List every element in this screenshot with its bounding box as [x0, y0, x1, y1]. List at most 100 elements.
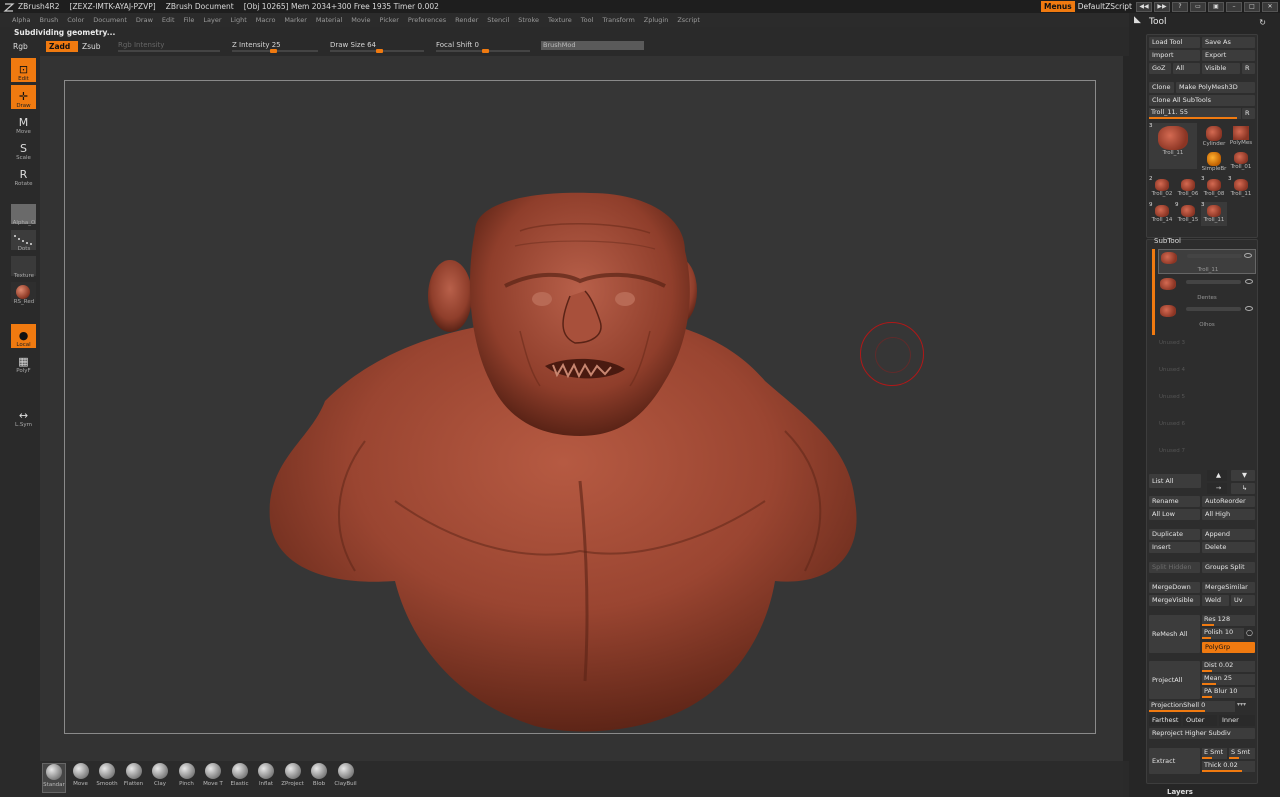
- groups-split-button[interactable]: Groups Split: [1202, 562, 1255, 573]
- polyf-button[interactable]: ▦ PolyF: [11, 350, 36, 375]
- menu-marker[interactable]: Marker: [284, 16, 306, 24]
- import-button[interactable]: Import: [1149, 50, 1200, 61]
- help-icon[interactable]: ?: [1172, 1, 1188, 12]
- layers-section-title[interactable]: Layers: [1167, 788, 1193, 796]
- menu-tool[interactable]: Tool: [581, 16, 594, 24]
- export-button[interactable]: Export: [1202, 50, 1255, 61]
- tool-thumb-troll-11[interactable]: Troll_11 3: [1228, 176, 1254, 200]
- brush-flatten[interactable]: Flatten: [122, 763, 146, 793]
- menu-brush[interactable]: Brush: [39, 16, 58, 24]
- lock-icon[interactable]: ▣: [1208, 1, 1224, 12]
- menu-zscript[interactable]: Zscript: [677, 16, 700, 24]
- projection-shell-slider[interactable]: ProjectionShell 0: [1149, 701, 1235, 712]
- thick-slider[interactable]: Thick 0.02: [1202, 761, 1255, 772]
- move-button[interactable]: M Move: [11, 111, 36, 136]
- mergesimilar-button[interactable]: MergeSimilar: [1202, 582, 1255, 593]
- refresh-icon[interactable]: ↻: [1259, 18, 1266, 27]
- outer-button[interactable]: Outer: [1183, 715, 1217, 726]
- draw-size-slider[interactable]: Draw Size 64: [330, 40, 424, 53]
- clone-button[interactable]: Clone: [1149, 82, 1174, 93]
- clone-all-subtools-button[interactable]: Clone All SubTools: [1149, 95, 1255, 106]
- all-high-button[interactable]: All High: [1202, 509, 1255, 520]
- tool-thumb-troll-11[interactable]: Troll_11 3: [1201, 202, 1227, 226]
- menu-render[interactable]: Render: [455, 16, 478, 24]
- polish-slider[interactable]: Polish 10: [1202, 628, 1244, 639]
- visibility-eye-icon[interactable]: [1245, 279, 1253, 284]
- weld-button[interactable]: Weld: [1202, 595, 1229, 606]
- brush-inflat[interactable]: Inflat: [254, 763, 278, 793]
- save-as-button[interactable]: Save As: [1202, 37, 1255, 48]
- tool-thumb-simplebr[interactable]: SimpleBr: [1201, 149, 1227, 173]
- mergedown-button[interactable]: MergeDown: [1149, 582, 1200, 593]
- tool-thumb-troll-15[interactable]: Troll_15 9: [1175, 202, 1201, 226]
- menu-file[interactable]: File: [184, 16, 195, 24]
- scroll-right-icon[interactable]: ▶▶: [1154, 1, 1170, 12]
- delete-button[interactable]: Delete: [1202, 542, 1255, 553]
- menu-material[interactable]: Material: [316, 16, 342, 24]
- draw-button[interactable]: ✛ Draw: [11, 85, 36, 109]
- rgb-button[interactable]: Rgb: [13, 42, 28, 51]
- uv-button[interactable]: Uv: [1231, 595, 1255, 606]
- canvas-area[interactable]: [40, 56, 1123, 761]
- subtool-options-bar[interactable]: [1186, 280, 1241, 284]
- edit-button[interactable]: ⊡ Edit: [11, 58, 36, 82]
- tool-thumb-troll-06[interactable]: Troll_06: [1175, 176, 1201, 200]
- goz-visible-button[interactable]: Visible: [1202, 63, 1240, 74]
- brush-clay[interactable]: Clay: [148, 763, 172, 793]
- load-tool-button[interactable]: Load Tool: [1149, 37, 1200, 48]
- brush-zproject[interactable]: ZProject: [281, 763, 305, 793]
- menu-edit[interactable]: Edit: [162, 16, 175, 24]
- list-all-button[interactable]: List All: [1149, 474, 1201, 488]
- all-low-button[interactable]: All Low: [1149, 509, 1200, 520]
- insert-button[interactable]: Insert: [1149, 542, 1200, 553]
- visibility-eye-icon[interactable]: [1244, 253, 1252, 258]
- projectall-button[interactable]: ProjectAll: [1149, 661, 1200, 699]
- extract-button[interactable]: Extract: [1149, 748, 1200, 774]
- tool-thumb-troll-11[interactable]: Troll_11 3: [1149, 123, 1197, 169]
- menu-document[interactable]: Document: [93, 16, 127, 24]
- move-down-icon[interactable]: ▼: [1231, 470, 1255, 481]
- menu-layer[interactable]: Layer: [203, 16, 221, 24]
- troll-bust-sculpt[interactable]: [65, 81, 1095, 733]
- move-top-icon[interactable]: →: [1207, 483, 1227, 494]
- menu-stroke[interactable]: Stroke: [518, 16, 539, 24]
- layout-icon[interactable]: ▭: [1190, 1, 1206, 12]
- document-canvas[interactable]: [64, 80, 1096, 734]
- mean-slider[interactable]: Mean 25: [1202, 674, 1255, 685]
- brush-smooth[interactable]: Smooth: [95, 763, 119, 793]
- brush-move-t[interactable]: Move T: [201, 763, 225, 793]
- dist-slider[interactable]: Dist 0.02: [1202, 661, 1255, 672]
- polish-toggle-icon[interactable]: ○: [1246, 628, 1253, 637]
- res-slider[interactable]: Res 128: [1202, 615, 1255, 626]
- tool-thumb-troll-08[interactable]: Troll_08 3: [1201, 176, 1227, 200]
- maximize-icon[interactable]: □: [1244, 1, 1260, 12]
- reproject-higher-subdiv-button[interactable]: Reproject Higher Subdiv: [1149, 728, 1255, 739]
- menu-color[interactable]: Color: [67, 16, 84, 24]
- duplicate-button[interactable]: Duplicate: [1149, 529, 1200, 540]
- s-smt-slider[interactable]: S Smt: [1229, 748, 1255, 759]
- subtool-item-dentes[interactable]: Dentes: [1158, 276, 1256, 301]
- close-icon[interactable]: ✕: [1262, 1, 1278, 12]
- brush-pinch[interactable]: Pinch: [175, 763, 199, 793]
- polygrp-toggle[interactable]: PolyGrp: [1202, 642, 1255, 653]
- menu-movie[interactable]: Movie: [351, 16, 370, 24]
- brushmod-slider[interactable]: BrushMod: [541, 41, 644, 50]
- tool-thumb-troll-02[interactable]: Troll_02 2: [1149, 176, 1175, 200]
- mergevisible-button[interactable]: MergeVisible: [1149, 595, 1200, 606]
- menu-transform[interactable]: Transform: [602, 16, 634, 24]
- focal-shift-slider[interactable]: Focal Shift 0: [436, 40, 530, 53]
- rotate-button[interactable]: R Rotate: [11, 163, 36, 188]
- brush-claybuil[interactable]: ClayBuil: [334, 763, 358, 793]
- tool-thumb-troll-14[interactable]: Troll_14 9: [1149, 202, 1175, 226]
- tool-thumb-troll-01[interactable]: Troll_01: [1228, 149, 1254, 173]
- append-button[interactable]: Append: [1202, 529, 1255, 540]
- current-tool-slider[interactable]: Troll_11. 55: [1149, 108, 1241, 119]
- scroll-left-icon[interactable]: ◀◀: [1136, 1, 1152, 12]
- make-polymesh-button[interactable]: Make PolyMesh3D: [1176, 82, 1255, 93]
- inner-button[interactable]: Inner: [1219, 715, 1255, 726]
- rename-button[interactable]: Rename: [1149, 496, 1200, 507]
- menu-zplugin[interactable]: Zplugin: [644, 16, 669, 24]
- brush-elastic[interactable]: Elastic: [228, 763, 252, 793]
- tool-thumb-cylinder[interactable]: Cylinder: [1201, 123, 1227, 147]
- subtool-options-bar[interactable]: [1187, 254, 1242, 258]
